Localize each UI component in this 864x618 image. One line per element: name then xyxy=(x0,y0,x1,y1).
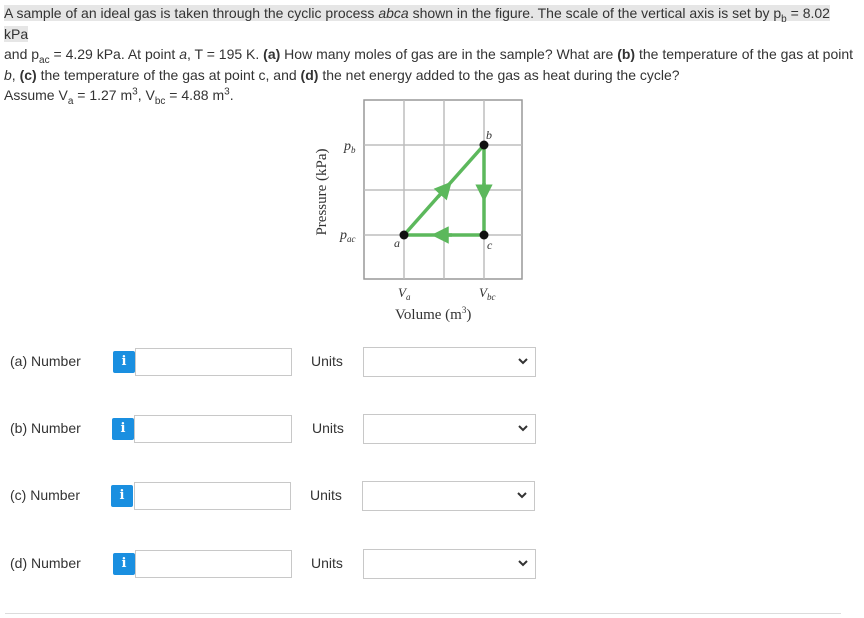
ytick-pac: pac xyxy=(339,228,356,244)
units-label: Units xyxy=(311,555,343,571)
number-input[interactable] xyxy=(134,415,292,443)
pv-diagram: a b c pb pac Va Vbc Pressure (kPa) Volum… xyxy=(314,99,523,323)
x-axis-label: Volume (m3) xyxy=(395,305,471,323)
chevron-down-icon xyxy=(517,492,527,499)
units-select[interactable] xyxy=(363,347,536,377)
units-select[interactable] xyxy=(362,481,535,511)
point-c-label: c xyxy=(487,238,493,252)
number-input[interactable] xyxy=(135,550,292,578)
number-input[interactable] xyxy=(134,482,291,510)
answer-row-a: (a) Number i Units xyxy=(0,346,864,378)
xtick-vbc: Vbc xyxy=(479,285,495,302)
units-label: Units xyxy=(311,353,343,369)
info-icon[interactable]: i xyxy=(112,418,134,440)
answer-row-d: (d) Number i Units xyxy=(0,548,864,580)
units-select[interactable] xyxy=(363,549,536,579)
answer-label: (a) Number xyxy=(10,353,81,369)
answer-label: (c) Number xyxy=(10,487,81,503)
answer-label: (d) Number xyxy=(10,555,81,571)
units-label: Units xyxy=(310,487,342,503)
units-select[interactable] xyxy=(363,414,536,444)
chevron-down-icon xyxy=(518,358,528,365)
problem-statement: A sample of an ideal gas is taken throug… xyxy=(4,5,854,107)
chevron-down-icon xyxy=(518,560,528,567)
info-icon[interactable]: i xyxy=(113,553,135,575)
point-b-label: b xyxy=(486,128,492,142)
xtick-va: Va xyxy=(398,285,411,302)
info-icon[interactable]: i xyxy=(113,351,135,373)
y-axis-label: Pressure (kPa) xyxy=(314,148,330,235)
answer-row-b: (b) Number i Units xyxy=(0,413,864,445)
units-label: Units xyxy=(312,420,344,436)
problem-highlight: A sample of an ideal gas is taken throug… xyxy=(4,5,830,42)
bottom-divider xyxy=(5,613,841,614)
point-a-marker xyxy=(399,230,409,240)
number-input[interactable] xyxy=(135,348,292,376)
answer-row-c: (c) Number i Units xyxy=(0,480,864,512)
point-a-label: a xyxy=(394,236,400,250)
answer-label: (b) Number xyxy=(10,420,81,436)
chevron-down-icon xyxy=(518,425,528,432)
info-icon[interactable]: i xyxy=(111,485,133,507)
ytick-pb: pb xyxy=(343,139,356,155)
